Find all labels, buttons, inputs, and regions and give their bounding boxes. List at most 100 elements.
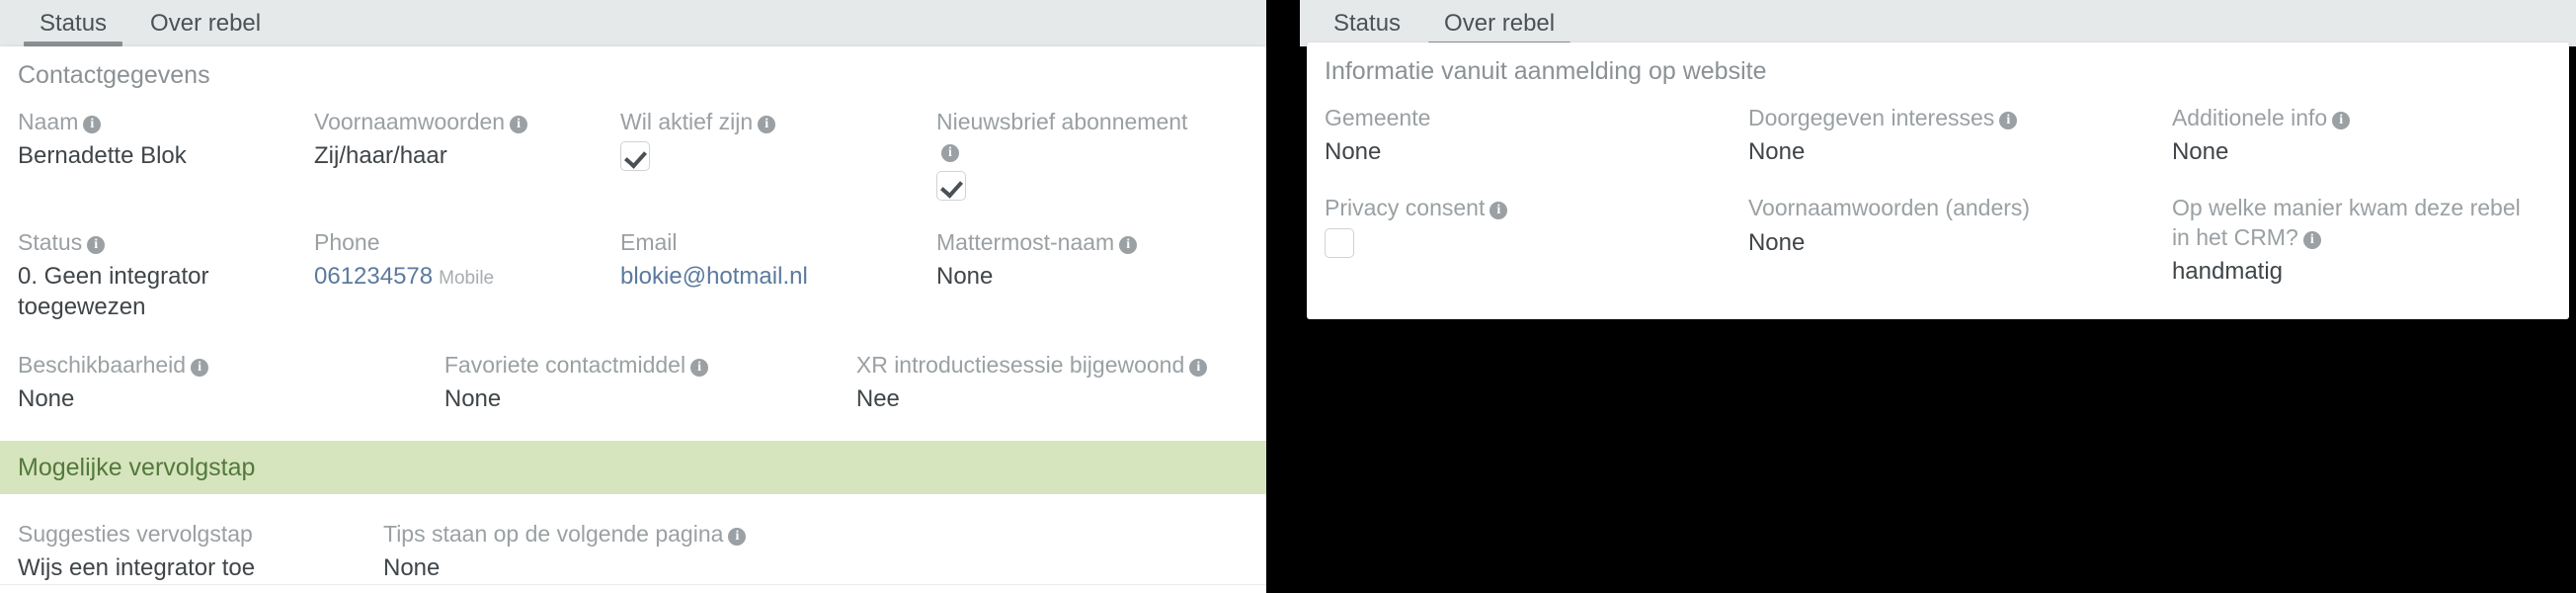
info-icon[interactable]: i [2332, 112, 2351, 129]
bottom-divider [0, 584, 1266, 585]
tab-status-right[interactable]: Status [1312, 0, 1422, 46]
field-phone: Phone 061234578 Mobile [314, 228, 620, 293]
field-value: None [18, 385, 75, 413]
checkbox-nieuwsbrief-abonnement[interactable] [936, 170, 966, 201]
field-xr-introductiesessie: XR introductiesessie bijgewoond i Nee [856, 351, 1248, 415]
field-label: Voornaamwoorden i [314, 108, 606, 136]
field-row-2: Status i 0. Geen integrator toegewezen Ph… [18, 228, 1248, 323]
checkbox-privacy-consent[interactable] [1325, 227, 1354, 258]
field-status: Status i 0. Geen integrator toegewezen [18, 228, 314, 323]
field-label: Tips staan op de volgende pagina i [383, 520, 863, 549]
field-value: None [383, 554, 441, 582]
info-icon[interactable]: i [83, 116, 102, 133]
field-tips-volgende-pagina: Tips staan op de volgende pagina i None [383, 520, 877, 584]
field-value: Nee [855, 385, 900, 413]
band-label: Mogelijke vervolgstap [18, 453, 256, 481]
field-label: Doorgegeven interesses i [1748, 104, 2158, 132]
field-doorgegeven-interesses: Doorgegeven interesses i None [1748, 104, 2172, 168]
field-value: None [936, 263, 994, 291]
field-label: Suggesties vervolgstap [18, 520, 253, 547]
field-label: Nieuwsbrief abonnementi [936, 109, 1188, 163]
info-icon[interactable]: i [87, 235, 106, 254]
field-herkomst-crm: Op welke manier kwam deze rebel in het C… [2172, 194, 2551, 288]
field-label: Voornaamwoorden (anders) [1747, 195, 2031, 221]
section-title-contactgegevens: Contactgegevens [18, 61, 210, 89]
field-label: Beschikbaarheid i [18, 351, 431, 380]
field-value: None [1747, 138, 1806, 166]
left-fields: Naam i Bernadette Blok Voornaamwoorden i Z… [0, 108, 1266, 415]
field-label: XR introductiesessie bijgewoond i [856, 351, 1235, 380]
field-label: Phone [314, 228, 380, 255]
field-row-4: Suggesties vervolgstap Wijs een integrat… [18, 520, 1248, 584]
info-icon[interactable]: i [1489, 202, 1508, 220]
field-label: Wil aktief zijn i [620, 108, 923, 136]
checkbox-wil-aktief-zijn[interactable] [620, 141, 650, 172]
field-label: Email [620, 228, 678, 255]
info-icon[interactable]: i [690, 358, 709, 377]
phone-link[interactable]: 061234578 [314, 263, 433, 290]
field-label: Naam i [18, 108, 300, 136]
field-value: Wijs een integrator toe [18, 554, 256, 582]
field-additionele-info: Additionele info i None [2172, 104, 2551, 168]
info-icon[interactable]: i [2302, 230, 2321, 249]
info-icon[interactable]: i [1189, 358, 1208, 377]
left-panel-body: Contactgegevens Naam i Bernadette Blok Vo… [0, 46, 1266, 593]
left-record-panel: Status Over rebel Contactgegevens Naam i … [0, 0, 1266, 593]
info-icon[interactable]: i [191, 358, 209, 377]
field-value: handmatig [2171, 258, 2284, 286]
field-value: Bernadette Blok [18, 142, 187, 170]
field-value: None [2171, 138, 2229, 166]
field-gemeente: Gemeente None [1325, 104, 1748, 168]
field-wil-aktief-zijn: Wil aktief zijn i [620, 108, 936, 172]
screen: Status Over rebel Contactgegevens Naam i … [0, 0, 2576, 593]
field-voornaamwoorden: Voornaamwoorden i Zij/haar/haar [314, 108, 620, 172]
field-nieuwsbrief-abonnement: Nieuwsbrief abonnementi [936, 108, 1223, 201]
field-label: Op welke manier kwam deze rebel in het C… [2171, 195, 2521, 250]
left-fields-vervolgstap: Suggesties vervolgstap Wijs een integrat… [0, 520, 1266, 584]
field-label: Status i [18, 228, 300, 257]
info-icon[interactable]: i [728, 527, 747, 546]
tab-label: Over rebel [1444, 10, 1556, 37]
tab-over-rebel-right[interactable]: Over rebel [1422, 0, 1576, 46]
info-icon[interactable]: i [1999, 112, 2018, 129]
field-label: Favoriete contactmiddel i [444, 351, 843, 380]
field-value: Zij/haar/haar [314, 142, 447, 170]
tab-label: Over rebel [150, 10, 262, 37]
right-field-row-1: Gemeente None Doorgegeven interesses i No… [1325, 104, 2551, 168]
field-label: Privacy consent i [1325, 194, 1734, 222]
field-value: 061234578 Mobile [314, 262, 606, 293]
field-row-1: Naam i Bernadette Blok Voornaamwoorden i Z… [18, 108, 1248, 201]
field-label: Mattermost-naam i [936, 228, 1209, 257]
section-band-mogelijke-vervolgstap: Mogelijke vervolgstap [0, 440, 1266, 494]
right-field-row-2: Privacy consent i Voornaamwoorden (anders… [1325, 194, 2551, 288]
tab-over-rebel-left[interactable]: Over rebel [128, 0, 282, 46]
tab-label: Status [40, 10, 108, 37]
phone-type: Mobile [439, 268, 495, 290]
right-tab-bar: Status Over rebel [1300, 0, 2576, 46]
field-label: Gemeente [1325, 105, 1431, 130]
info-icon[interactable]: i [758, 116, 776, 133]
field-mattermost-naam: Mattermost-naam i None [936, 228, 1223, 293]
tab-label: Status [1333, 10, 1402, 37]
field-value: None [1325, 138, 1382, 166]
field-value: None [443, 385, 502, 413]
email-link[interactable]: blokie@hotmail.nl [620, 262, 923, 293]
field-voornaamwoorden-anders: Voornaamwoorden (anders) None [1748, 194, 2172, 258]
field-privacy-consent: Privacy consent i [1325, 194, 1748, 258]
info-icon[interactable]: i [510, 116, 528, 133]
field-label: Additionele info i [2172, 104, 2537, 132]
field-favoriete-contactmiddel: Favoriete contactmiddel i None [444, 351, 856, 415]
info-icon[interactable]: i [1119, 235, 1138, 254]
section-title-informatie-aanmelding: Informatie vanuit aanmelding op website [1325, 57, 1767, 85]
right-fields: Gemeente None Doorgegeven interesses i No… [1307, 104, 2569, 288]
field-naam: Naam i Bernadette Blok [18, 108, 314, 172]
right-panel-body: Informatie vanuit aanmelding op website … [1307, 42, 2569, 319]
info-icon[interactable]: i [941, 144, 959, 163]
field-beschikbaarheid: Beschikbaarheid i None [18, 351, 444, 415]
field-email: Email blokie@hotmail.nl [620, 228, 936, 293]
field-value: None [1747, 228, 1806, 256]
left-tab-bar: Status Over rebel [0, 0, 1266, 46]
field-value: 0. Geen integrator toegewezen [18, 263, 209, 321]
tab-status-left[interactable]: Status [18, 0, 128, 46]
field-suggesties-vervolgstap: Suggesties vervolgstap Wijs een integrat… [18, 520, 383, 584]
